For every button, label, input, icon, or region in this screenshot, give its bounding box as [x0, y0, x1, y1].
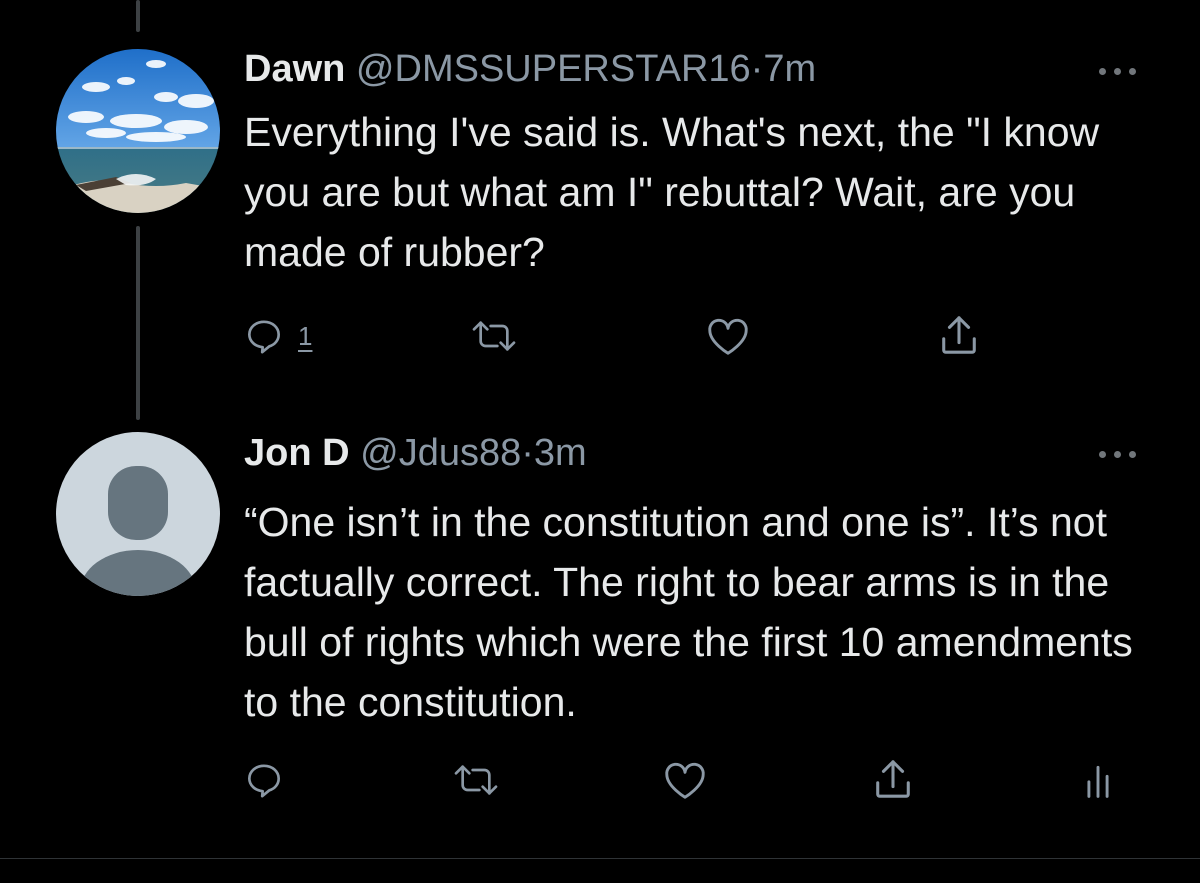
retweet-button[interactable]: [450, 760, 502, 800]
timestamp[interactable]: 7m: [763, 48, 816, 90]
user-handle[interactable]: @DMSSUPERSTAR16: [356, 48, 751, 90]
like-button[interactable]: [706, 316, 750, 356]
tweet-text: “One isn’t in the constitution and one i…: [244, 499, 1133, 725]
retweet-button[interactable]: [468, 316, 520, 356]
reply-icon: [248, 320, 280, 354]
more-icon[interactable]: [1099, 449, 1139, 461]
divider: [0, 858, 1200, 859]
tweet-header: Dawn @DMSSUPERSTAR16·7m: [244, 48, 816, 91]
like-button[interactable]: [663, 760, 707, 800]
meta-separator: ·: [750, 48, 764, 90]
share-button[interactable]: [938, 312, 980, 358]
display-name[interactable]: Jon D: [244, 432, 350, 474]
more-icon[interactable]: [1099, 66, 1139, 78]
share-icon: [876, 760, 910, 798]
avatar[interactable]: [56, 49, 220, 213]
thread-line: [136, 226, 140, 420]
reply-button[interactable]: [244, 760, 284, 800]
reply-count: 1: [298, 320, 313, 351]
analytics-button[interactable]: [1083, 760, 1113, 800]
retweet-icon: [472, 321, 516, 351]
reply-button[interactable]: 1: [244, 316, 312, 356]
user-handle[interactable]: @Jdus88: [360, 432, 521, 474]
retweet-icon: [454, 765, 498, 795]
meta-separator: ·: [521, 432, 534, 474]
beach-photo-avatar: [56, 49, 220, 213]
avatar[interactable]: [56, 432, 220, 596]
reply-icon: [248, 764, 280, 798]
timestamp[interactable]: 3m: [534, 432, 587, 474]
like-icon: [665, 762, 705, 799]
share-icon: [942, 316, 976, 354]
analytics-icon: [1087, 765, 1109, 798]
display-name[interactable]: Dawn: [244, 48, 345, 90]
thread-line-top: [136, 0, 140, 32]
like-icon: [708, 318, 748, 355]
tweet-text: Everything I've said is. What's next, th…: [244, 109, 1100, 275]
default-profile-avatar: [56, 432, 220, 596]
share-button[interactable]: [872, 756, 914, 802]
tweet-header: Jon D @Jdus88·3m: [244, 432, 587, 475]
